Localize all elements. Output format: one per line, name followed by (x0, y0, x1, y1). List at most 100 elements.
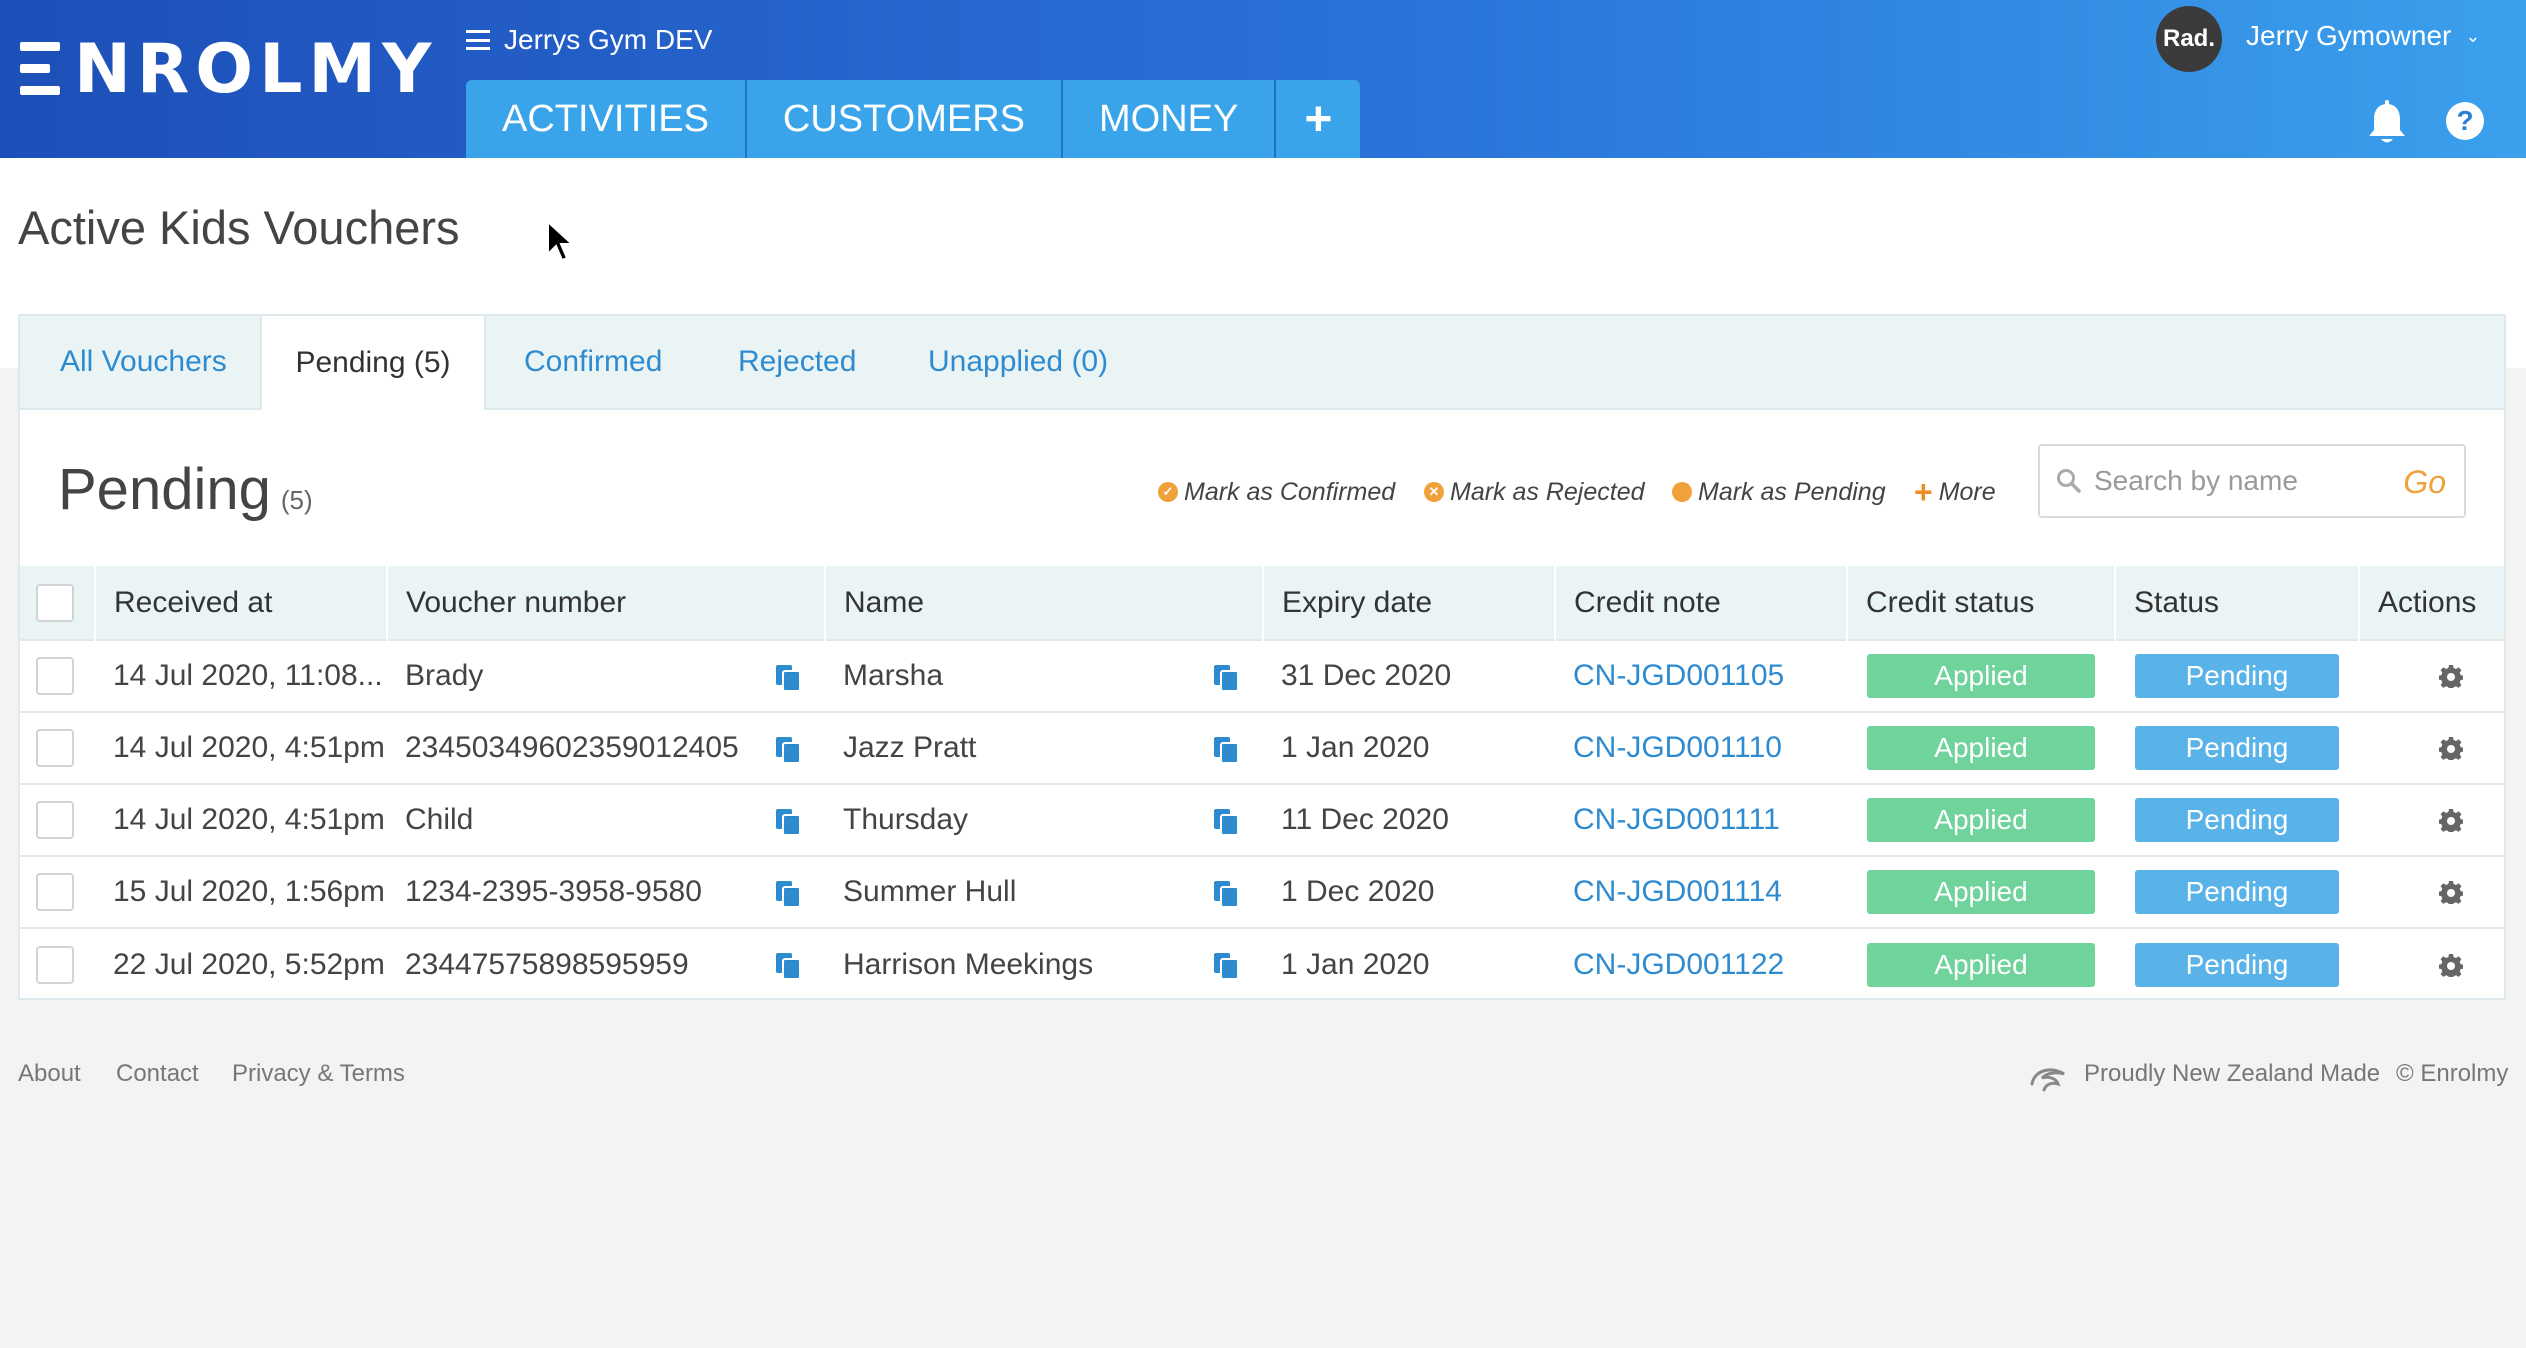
nav-tab-money[interactable]: MONEY (1063, 80, 1277, 158)
table-row[interactable]: 14 Jul 2020, 11:08... Brady Marsha 31 Dec 2… (20, 640, 2504, 712)
received-at-cell: 14 Jul 2020, 4:51pm (113, 731, 385, 764)
credit-note-link[interactable]: CN-JGD001114 (1573, 875, 1782, 908)
tab-confirmed[interactable]: Confirmed (524, 316, 662, 408)
received-at-cell: 22 Jul 2020, 5:52pm (113, 947, 385, 981)
gear-icon[interactable] (2439, 736, 2463, 760)
credit-status-cell: Applied (1847, 928, 2115, 1000)
cross-icon: ✕ (1424, 482, 1444, 502)
row-checkbox[interactable] (36, 729, 74, 767)
voucher-number: 23450349602359012405 (405, 731, 739, 764)
row-select-cell (20, 928, 95, 1000)
copy-icon[interactable] (1211, 663, 1241, 693)
credit-note-link[interactable]: CN-JGD001111 (1573, 803, 1780, 836)
section-count: (5) (280, 485, 313, 515)
enrolmy-logo[interactable]: NROLMY (20, 30, 437, 109)
gear-icon[interactable] (2439, 880, 2463, 904)
received-at-cell: 15 Jul 2020, 1:56pm (113, 875, 385, 908)
expiry-date-cell: 1 Jan 2020 (1281, 947, 1430, 981)
actions-cell (2359, 784, 2504, 856)
status-cell: Pending (2115, 712, 2359, 784)
voucher-tabs: All Vouchers Pending (5) Confirmed Rejec… (20, 316, 2504, 410)
expiry-date-cell: 1 Jan 2020 (1281, 731, 1430, 764)
table-row[interactable]: 15 Jul 2020, 1:56pm 1234-2395-3958-9580 Su… (20, 856, 2504, 928)
credit-status-badge: Applied (1867, 870, 2095, 914)
row-checkbox[interactable] (36, 657, 74, 695)
row-select-cell (20, 712, 95, 784)
credit-note-link[interactable]: CN-JGD001122 (1573, 948, 1784, 981)
copy-icon[interactable] (773, 663, 803, 693)
footer-privacy-link[interactable]: Privacy & Terms (232, 1060, 405, 1088)
nav-tab-customers[interactable]: CUSTOMERS (746, 80, 1064, 158)
credit-note-cell: CN-JGD001110 (1555, 712, 1847, 784)
gym-switcher[interactable]: Jerrys Gym DEV (466, 20, 712, 60)
logo-text: NROLMY (74, 29, 438, 109)
header-actions: Actions (2358, 566, 2504, 640)
mark-confirmed-button[interactable]: ✓ Mark as Confirmed (1158, 472, 1395, 512)
gym-name: Jerrys Gym DEV (504, 24, 713, 55)
expiry-date-cell: 1 Dec 2020 (1281, 875, 1435, 908)
header-name[interactable]: Name (824, 566, 1263, 640)
customer-name: Summer Hull (843, 875, 1017, 908)
voucher-number: 1234-2395-3958-9580 (405, 875, 702, 908)
row-select-cell (20, 856, 95, 928)
voucher-number-cell: Brady (387, 640, 825, 712)
status-badge: Pending (2135, 798, 2339, 842)
footer-contact-link[interactable]: Contact (116, 1060, 199, 1088)
copy-icon[interactable] (773, 951, 803, 981)
avatar[interactable]: Rad. (2156, 6, 2222, 72)
copy-icon[interactable] (1211, 879, 1241, 909)
tab-all-vouchers[interactable]: All Vouchers (60, 316, 227, 408)
status-badge: Pending (2135, 654, 2339, 698)
row-checkbox[interactable] (36, 801, 74, 839)
section-title: Pending (5) (58, 456, 313, 523)
nav-tab-activities[interactable]: ACTIVITIES (466, 80, 747, 158)
header-expiry-date[interactable]: Expiry date (1262, 566, 1555, 640)
customer-name: Marsha (843, 659, 944, 692)
copy-icon[interactable] (1211, 735, 1241, 765)
copy-icon[interactable] (773, 735, 803, 765)
footer-about-link[interactable]: About (18, 1060, 81, 1088)
page-title: Active Kids Vouchers (18, 201, 460, 254)
credit-note-link[interactable]: CN-JGD001110 (1573, 731, 1782, 764)
credit-status-badge: Applied (1867, 942, 2095, 987)
copy-icon[interactable] (773, 807, 803, 837)
tab-rejected[interactable]: Rejected (738, 316, 856, 408)
chevron-down-icon: ⌄ (2465, 25, 2481, 46)
header-received-at[interactable]: Received at (94, 566, 387, 640)
row-checkbox[interactable] (36, 873, 74, 911)
vouchers-table: Received at Voucher number Name Expiry d… (20, 566, 2504, 1000)
credit-note-link[interactable]: CN-JGD001105 (1573, 659, 1784, 692)
tab-unapplied[interactable]: Unapplied (0) (928, 316, 1108, 408)
mark-pending-button[interactable]: Mark as Pending (1672, 472, 1886, 512)
search-input[interactable] (2092, 464, 2396, 498)
tab-pending[interactable]: Pending (5) (260, 316, 486, 410)
header-voucher-number[interactable]: Voucher number (386, 566, 825, 640)
status-cell: Pending (2115, 856, 2359, 928)
gear-icon[interactable] (2439, 808, 2463, 832)
header-status[interactable]: Status (2114, 566, 2359, 640)
header-credit-note[interactable]: Credit note (1554, 566, 1847, 640)
status-badge: Pending (2135, 726, 2339, 770)
copy-icon[interactable] (1211, 951, 1241, 981)
customer-name: Harrison Meekings (843, 947, 1094, 981)
gear-icon[interactable] (2439, 953, 2463, 977)
table-row[interactable]: 14 Jul 2020, 4:51pm Child Thursday 11 Dec 2… (20, 784, 2504, 856)
user-menu[interactable]: Jerry Gymowner ⌄ (2246, 16, 2480, 56)
copy-icon[interactable] (773, 879, 803, 909)
search-go-button[interactable]: Go (2403, 464, 2446, 501)
voucher-number-cell: 1234-2395-3958-9580 (387, 856, 825, 928)
table-row[interactable]: 14 Jul 2020, 4:51pm 23450349602359012405 J… (20, 712, 2504, 784)
gear-icon[interactable] (2439, 664, 2463, 688)
add-nav-button[interactable]: + (1276, 80, 1361, 158)
more-button[interactable]: + More (1914, 472, 1996, 512)
credit-note-cell: CN-JGD001122 (1555, 928, 1847, 1000)
copy-icon[interactable] (1211, 807, 1241, 837)
row-checkbox[interactable] (36, 945, 74, 984)
expiry-date-cell: 11 Dec 2020 (1281, 803, 1449, 836)
select-all-checkbox[interactable] (36, 583, 74, 622)
help-icon[interactable]: ? (2446, 102, 2484, 140)
table-row[interactable]: 22 Jul 2020, 5:52pm 23447575898595959 Harr… (20, 928, 2504, 1000)
mark-rejected-button[interactable]: ✕ Mark as Rejected (1424, 472, 1645, 512)
header-credit-status[interactable]: Credit status (1846, 566, 2115, 640)
bell-icon[interactable] (2366, 100, 2408, 146)
